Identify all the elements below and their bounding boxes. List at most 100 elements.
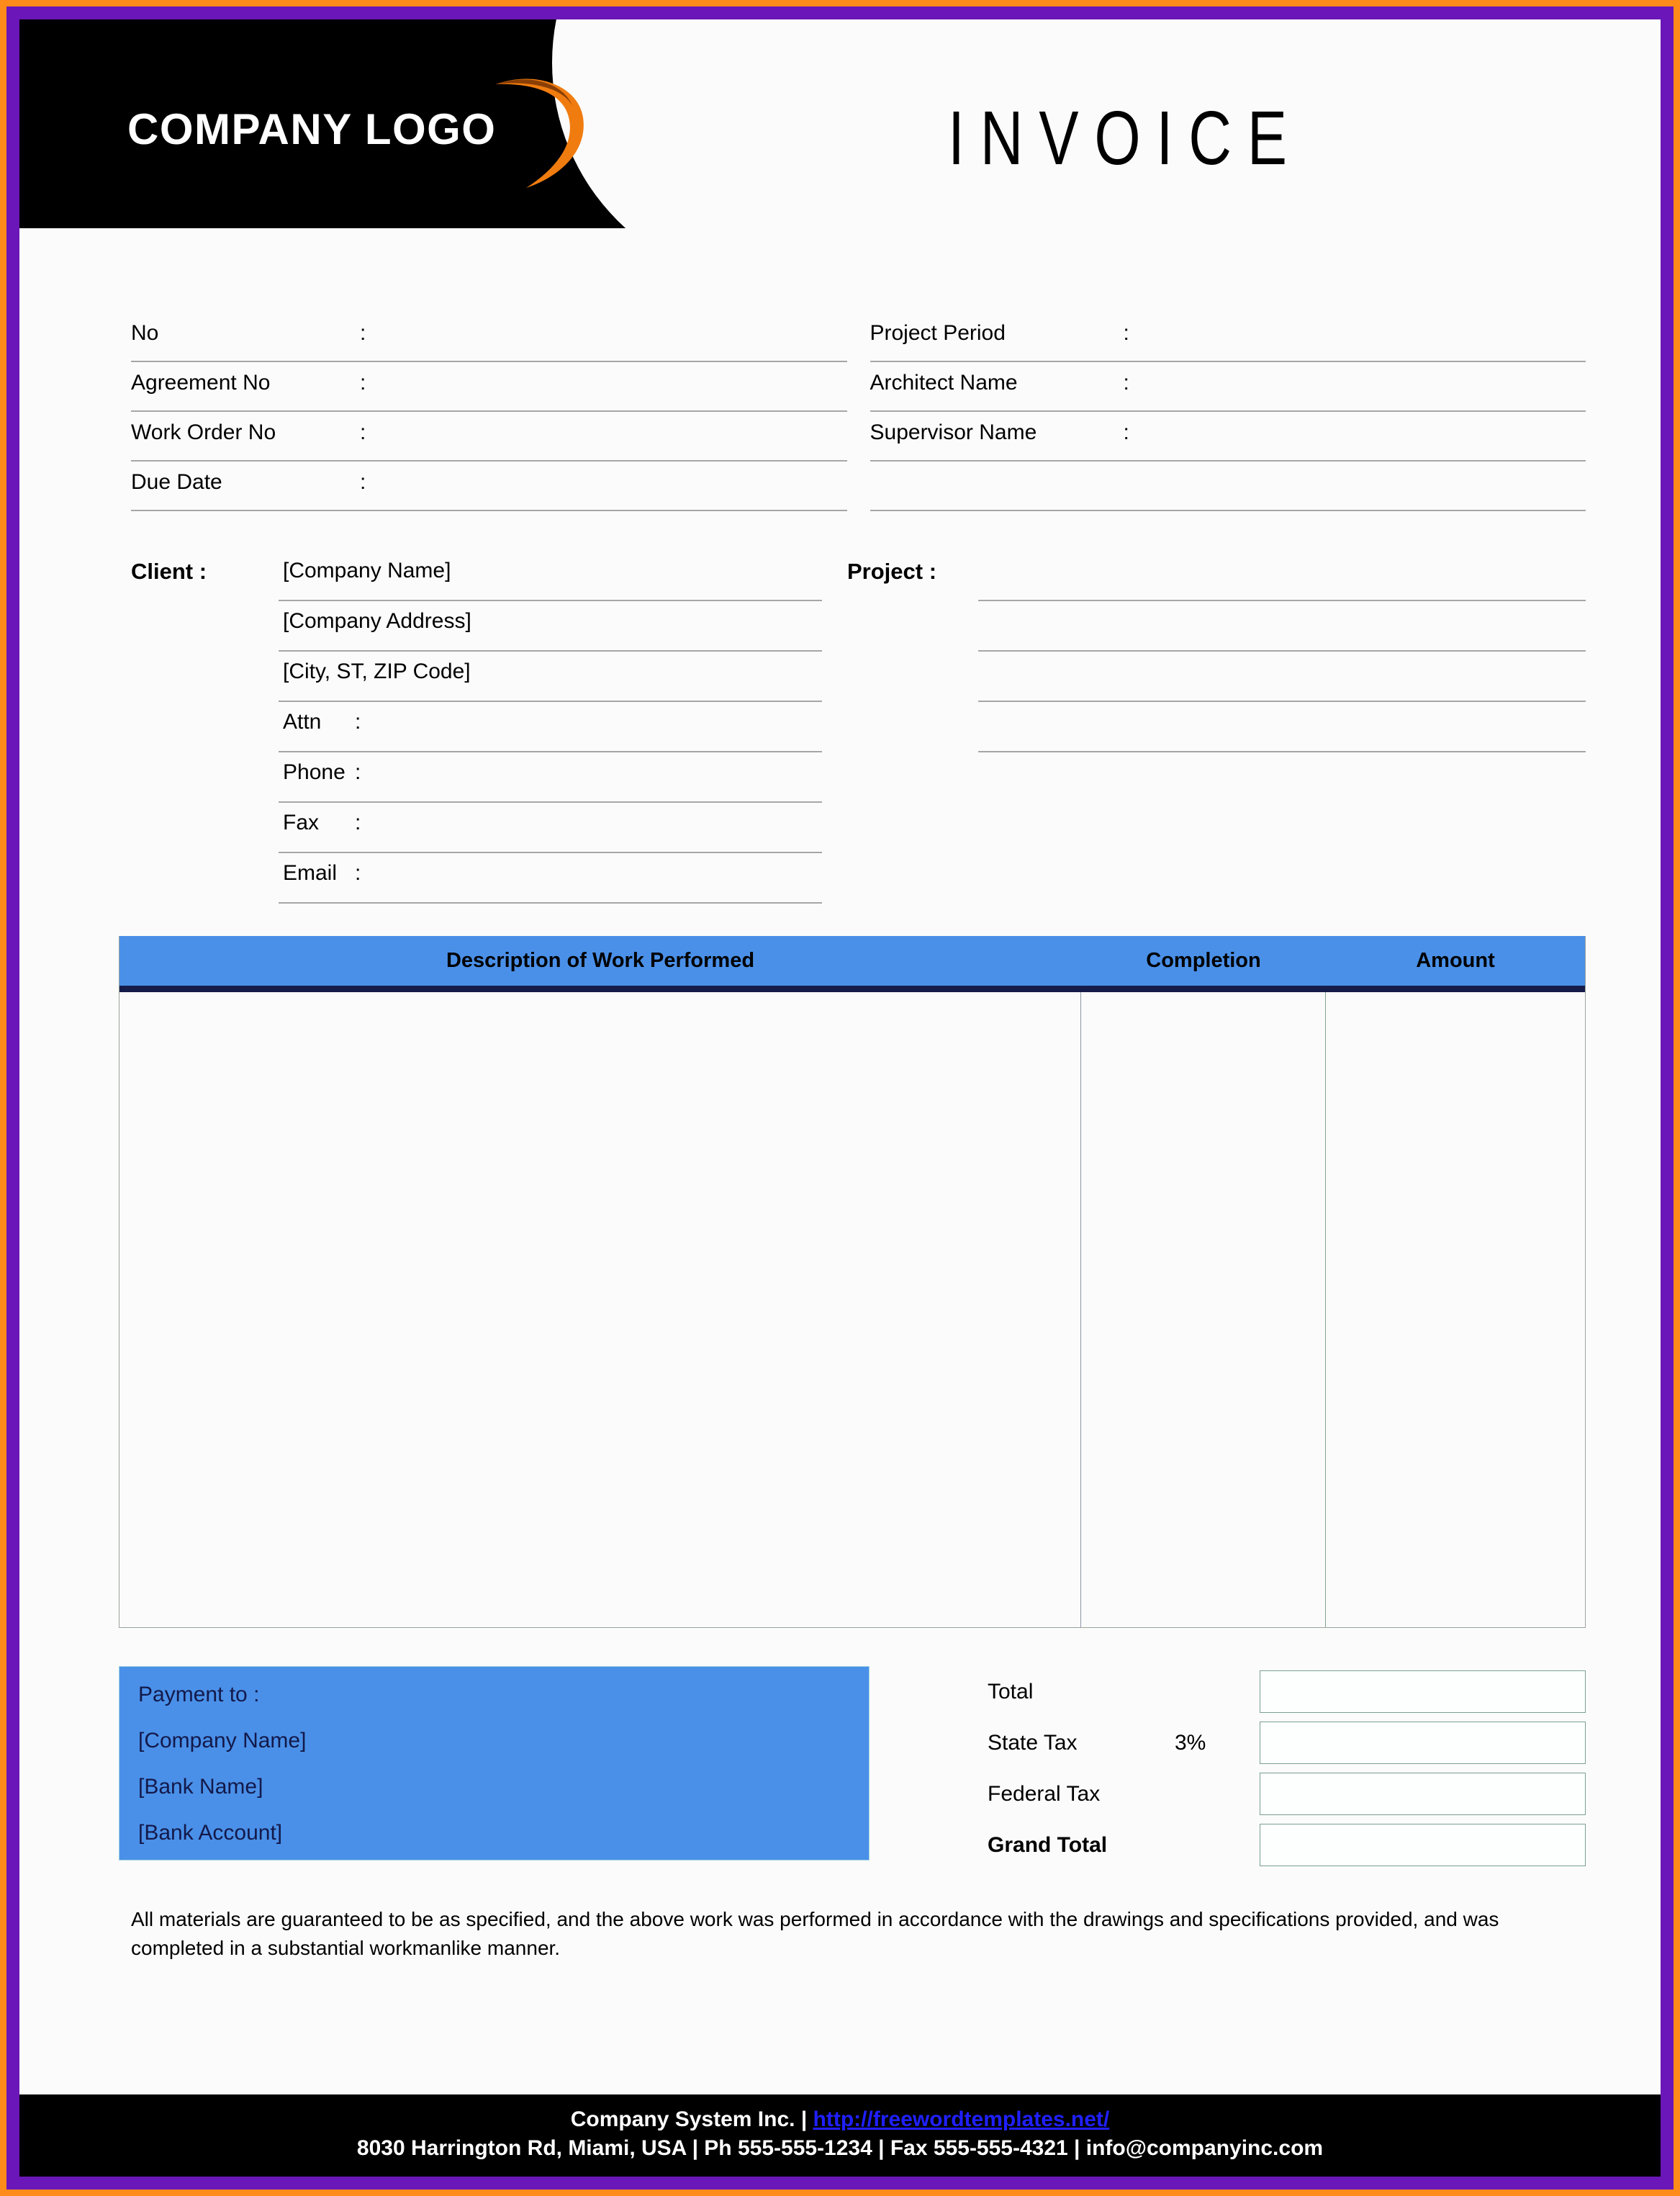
invoice-header: COMPANY LOGO INVOICE [19, 19, 1661, 286]
meta-row-agreement-no: Agreement No : [131, 362, 847, 412]
client-colon: : [355, 760, 361, 784]
client-heading: Client : [131, 559, 207, 584]
totals-label-grand-total: Grand Total [988, 1832, 1108, 1857]
client-label-email: Email [283, 861, 338, 885]
meta-colon: : [1123, 420, 1129, 444]
client-row-company-address[interactable]: [Company Address] [279, 601, 822, 652]
totals-label-federal-tax: Federal Tax [988, 1781, 1101, 1806]
meta-colon: : [360, 321, 366, 345]
meta-colon: : [360, 371, 366, 395]
work-table-header-row: Description of Work Performed Completion… [119, 936, 1585, 992]
work-table-col-description: Description of Work Performed [119, 949, 1081, 973]
totals-row-total: Total [988, 1666, 1586, 1717]
meta-row-supervisor-name: Supervisor Name : [870, 412, 1586, 462]
meta-label-work-order-no: Work Order No [131, 420, 276, 444]
meta-row-no: No : [131, 312, 847, 362]
meta-row-architect-name: Architect Name : [870, 362, 1586, 412]
client-row-email: Email : [279, 853, 822, 904]
guarantee-statement: All materials are guaranteed to be as sp… [131, 1908, 1499, 1960]
client-company-name: [Company Name] [283, 559, 451, 582]
project-row-4[interactable] [978, 702, 1586, 752]
work-table-col-amount: Amount [1326, 949, 1585, 973]
client-section: Client : [Company Name] [Company Address… [131, 551, 822, 904]
client-colon: : [355, 710, 361, 734]
invoice-page: COMPANY LOGO INVOICE No : Agreement No :… [19, 19, 1661, 2177]
totals-row-state-tax: State Tax 3% [988, 1717, 1586, 1768]
client-colon: : [355, 861, 361, 885]
client-label-phone: Phone [283, 760, 346, 784]
work-table-header-description: Description of Work Performed [446, 949, 755, 972]
meta-column-right: Project Period : Architect Name : Superv… [870, 312, 1586, 511]
meta-label-agreement-no: Agreement No [131, 371, 271, 395]
client-row-attn: Attn : [279, 702, 822, 752]
meta-label-due-date: Due Date [131, 470, 222, 494]
footer-website-link[interactable]: http://freewordtemplates.net/ [813, 2107, 1110, 2131]
work-items-table: Description of Work Performed Completion… [119, 936, 1586, 1628]
payment-company-name[interactable]: [Company Name] [138, 1730, 850, 1752]
totals-field-total[interactable] [1260, 1670, 1586, 1713]
meta-colon: : [1123, 371, 1129, 395]
meta-row-work-order-no: Work Order No : [131, 412, 847, 462]
orange-crescent-swoosh-icon [496, 78, 584, 188]
client-label-attn: Attn [283, 710, 322, 734]
project-heading: Project : [847, 559, 937, 584]
invoice-footer: Company System Inc. | http://freewordtem… [19, 2094, 1661, 2177]
page-frame-inner: COMPANY LOGO INVOICE No : Agreement No :… [6, 6, 1674, 2190]
footer-company-name: Company System Inc. | [570, 2107, 813, 2131]
page-frame-outer: COMPANY LOGO INVOICE No : Agreement No :… [0, 0, 1680, 2196]
work-table-header-amount: Amount [1416, 949, 1495, 972]
totals-rate-state-tax: 3% [1175, 1730, 1206, 1755]
totals-label-state-tax: State Tax [988, 1730, 1078, 1755]
work-table-col-completion: Completion [1081, 949, 1326, 973]
client-lines: [Company Name] [Company Address] [City, … [279, 551, 822, 904]
page-title: INVOICE [948, 96, 1303, 181]
totals-field-grand-total[interactable] [1260, 1824, 1586, 1866]
client-row-city-state-zip[interactable]: [City, ST, ZIP Code] [279, 652, 822, 702]
totals-field-state-tax[interactable] [1260, 1722, 1586, 1764]
client-colon: : [355, 811, 361, 834]
project-row-3[interactable] [978, 652, 1586, 702]
meta-colon: : [360, 420, 366, 444]
client-row-company-name[interactable]: [Company Name] [279, 551, 822, 601]
project-row-1[interactable] [978, 551, 1586, 601]
work-table-body [119, 992, 1585, 1627]
footer-company-line: Company System Inc. | http://freewordtem… [19, 2107, 1661, 2132]
project-section: Project : [847, 551, 1586, 904]
work-table-header-completion: Completion [1146, 949, 1261, 972]
client-label-fax: Fax [283, 811, 320, 834]
meta-label-no: No [131, 321, 159, 345]
footer-contact-line: 8030 Harrington Rd, Miami, USA | Ph 555-… [356, 2136, 1324, 2160]
invoice-meta-block: No : Agreement No : Work Order No : Due … [131, 312, 1586, 511]
meta-colon: : [360, 470, 366, 494]
payment-bank-name[interactable]: [Bank Name] [138, 1776, 850, 1798]
work-table-body-amount-cell[interactable] [1326, 992, 1585, 1627]
meta-row-blank [870, 462, 1586, 511]
meta-column-left: No : Agreement No : Work Order No : Due … [131, 312, 847, 511]
totals-row-federal-tax: Federal Tax [988, 1768, 1586, 1819]
client-company-address: [Company Address] [283, 609, 471, 633]
header-curve-cutout [552, 19, 998, 286]
payment-and-totals: Payment to : [Company Name] [Bank Name] … [119, 1666, 1586, 1871]
client-row-fax: Fax : [279, 803, 822, 853]
meta-row-project-period: Project Period : [870, 312, 1586, 362]
company-logo-text: COMPANY LOGO [127, 105, 497, 153]
meta-colon: : [1123, 321, 1129, 345]
client-project-block: Client : [Company Name] [Company Address… [131, 551, 1586, 904]
meta-label-supervisor-name: Supervisor Name [870, 420, 1037, 444]
meta-label-architect-name: Architect Name [870, 371, 1018, 395]
client-row-phone: Phone : [279, 752, 822, 803]
totals-box: Total State Tax 3% Federal Tax Grand Tot… [988, 1666, 1586, 1871]
work-table-body-completion-cell[interactable] [1081, 992, 1326, 1627]
work-table-body-description-cell[interactable] [119, 992, 1081, 1627]
meta-label-project-period: Project Period [870, 321, 1006, 345]
project-lines [978, 551, 1586, 904]
payment-to-heading: Payment to : [138, 1683, 260, 1706]
client-city-state-zip: [City, ST, ZIP Code] [283, 660, 471, 683]
totals-row-grand-total: Grand Total [988, 1819, 1586, 1871]
payment-bank-account[interactable]: [Bank Account] [138, 1822, 850, 1844]
project-row-2[interactable] [978, 601, 1586, 652]
payment-to-box: Payment to : [Company Name] [Bank Name] … [119, 1666, 870, 1860]
meta-row-due-date: Due Date : [131, 462, 847, 511]
totals-label-total: Total [988, 1679, 1034, 1704]
totals-field-federal-tax[interactable] [1260, 1773, 1586, 1815]
